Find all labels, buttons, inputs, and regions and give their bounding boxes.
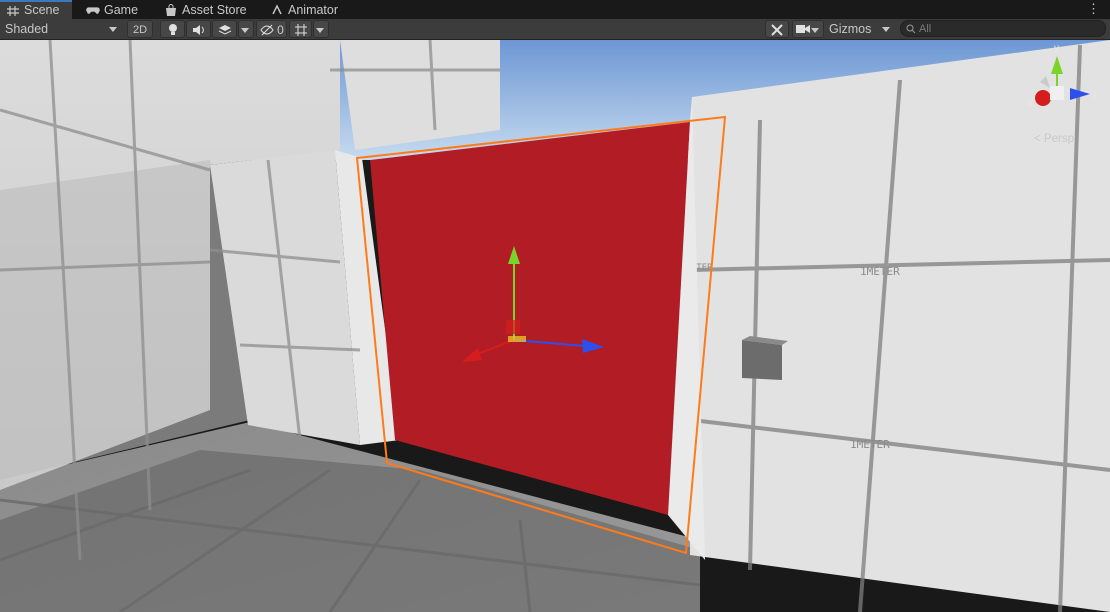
gamepad-icon (86, 6, 100, 14)
tab-game-label: Game (104, 2, 139, 17)
lighting-toggle-button[interactable] (160, 20, 185, 38)
orient-x-cone[interactable] (1035, 90, 1051, 106)
lightbulb-icon (168, 24, 177, 35)
animator-icon (272, 3, 282, 14)
tab-asset-store[interactable]: Asset Store (158, 0, 258, 19)
hidden-eye-icon (260, 24, 274, 36)
right-wall (690, 40, 1110, 612)
toggle-2d-label: 2D (132, 24, 148, 36)
tools-button[interactable] (765, 20, 789, 38)
scene-render[interactable]: 1METER 1METER 1METER (0, 40, 1110, 612)
grid-dropdown[interactable] (313, 20, 329, 38)
grid-label-meter-2: 1METER (850, 438, 890, 451)
tab-asset-store-label: Asset Store (182, 2, 247, 17)
orient-center-cube[interactable] (1050, 86, 1064, 100)
orient-y-label: y (1054, 43, 1059, 54)
speaker-icon (192, 25, 204, 35)
effects-dropdown[interactable] (238, 20, 254, 38)
audio-toggle-button[interactable] (186, 20, 211, 38)
grid-toggle-button[interactable] (289, 20, 312, 38)
toggle-2d-button[interactable]: 2D (127, 20, 153, 38)
scene-visibility-button[interactable]: 0 (256, 20, 287, 38)
projection-toggle[interactable]: < Persp (1034, 133, 1074, 145)
camera-icon (796, 25, 810, 33)
camera-settings-dropdown[interactable] (792, 20, 824, 38)
scene-toolbar: Shaded 2D 0 Gizmos All (0, 19, 1110, 40)
wrench-tools-icon (771, 24, 783, 36)
gizmos-label: Gizmos (829, 22, 872, 36)
draw-mode-dropdown[interactable]: Shaded (3, 20, 121, 38)
effects-toggle-button[interactable] (212, 20, 237, 38)
store-bag-icon (166, 3, 176, 16)
chevron-left-icon: < (1034, 133, 1041, 145)
projection-label: Persp (1043, 133, 1074, 145)
gizmos-button[interactable]: Gizmos (826, 20, 878, 38)
scene-search-input[interactable]: All (900, 20, 1106, 37)
scene-viewport[interactable]: 1METER 1METER 1METER (0, 40, 1110, 612)
grid-label-meter: 1METER (860, 265, 900, 278)
small-cube[interactable] (742, 340, 782, 380)
more-options-icon[interactable]: ⋮ (1087, 2, 1100, 16)
draw-mode-value: Shaded (5, 22, 49, 36)
grid-icon (7, 5, 19, 16)
orient-z-label: z (1092, 90, 1097, 101)
layers-effects-icon (218, 25, 231, 35)
gizmos-dropdown[interactable] (877, 20, 894, 38)
tab-animator[interactable]: Animator (264, 0, 354, 19)
search-placeholder: All (919, 23, 932, 35)
tab-scene[interactable]: Scene (0, 0, 72, 19)
gizmo-xy-plane[interactable] (506, 320, 520, 334)
tab-animator-label: Animator (288, 2, 339, 17)
gizmo-xz-plane[interactable] (508, 336, 526, 342)
hidden-count: 0 (277, 23, 284, 37)
tab-scene-label: Scene (24, 3, 60, 17)
orient-x-label: x (1027, 98, 1032, 109)
red-panel[interactable] (370, 122, 690, 515)
tab-bar: Scene Game Asset Store Animator ⋮ (0, 0, 1110, 19)
search-icon (906, 24, 916, 34)
grid-snap-icon (294, 24, 307, 36)
tab-game[interactable]: Game (80, 0, 148, 19)
